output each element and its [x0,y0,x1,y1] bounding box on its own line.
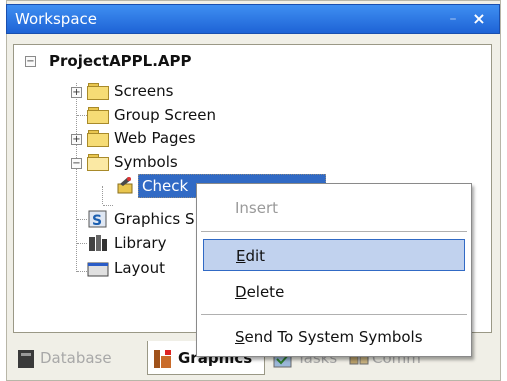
expand-icon[interactable]: + [71,87,82,98]
menu-item-delete-mnemonic: D [235,283,247,301]
tree-connector [103,205,113,206]
menu-separator [201,231,467,232]
graphics-icon [154,350,171,368]
folder-icon [87,130,109,147]
context-menu: Insert Edit Delete Send To System Symbol… [196,183,472,357]
layout-icon [87,262,109,277]
tree-item-web-pages[interactable]: Web Pages [114,127,196,149]
tree-connector [77,271,87,272]
tab-database[interactable]: Database [40,341,112,375]
tree-guide-line [102,186,103,204]
database-icon [18,350,34,368]
menu-item-delete[interactable]: Delete [203,276,465,308]
expand-icon[interactable]: + [71,134,82,145]
collapse-icon[interactable]: − [71,158,82,169]
workspace-title-bar[interactable]: Workspace – × [6,4,500,34]
library-icon [89,235,107,251]
tree-item-graphics-script[interactable]: Graphics Script [114,208,194,230]
svg-text:S: S [92,213,102,229]
open-folder-icon [87,154,109,171]
menu-item-send-label: end To System Symbols [244,328,423,346]
tree-item-layout[interactable]: Layout [114,257,165,279]
pin-icon[interactable]: – [443,9,463,29]
folder-icon [87,107,109,124]
menu-item-send-to-system-symbols[interactable]: Send To System Symbols [203,321,465,353]
menu-item-insert[interactable]: Insert [203,192,465,224]
menu-item-send-mnemonic: S [235,328,245,346]
menu-item-delete-label: elete [246,283,285,301]
menu-item-edit-label: dit [245,247,266,265]
tree-item-group-screen[interactable]: Group Screen [114,104,216,126]
tree-connector [77,219,87,220]
workspace-title: Workspace [15,10,97,28]
symbol-icon [117,177,133,194]
menu-item-edit[interactable]: Edit [203,239,465,271]
tree-item-library[interactable]: Library [114,232,166,254]
tree-item-symbols[interactable]: Symbols [114,151,178,173]
folder-icon [87,83,109,100]
tree-root[interactable]: ProjectAPPL.APP [49,50,192,72]
graphics-script-icon: S [88,210,107,229]
collapse-icon[interactable]: − [25,56,36,67]
menu-separator [201,314,467,315]
close-icon[interactable]: × [469,9,489,29]
tree-connector [77,115,87,116]
tree-item-screens[interactable]: Screens [114,80,173,102]
tree-connector [77,243,87,244]
